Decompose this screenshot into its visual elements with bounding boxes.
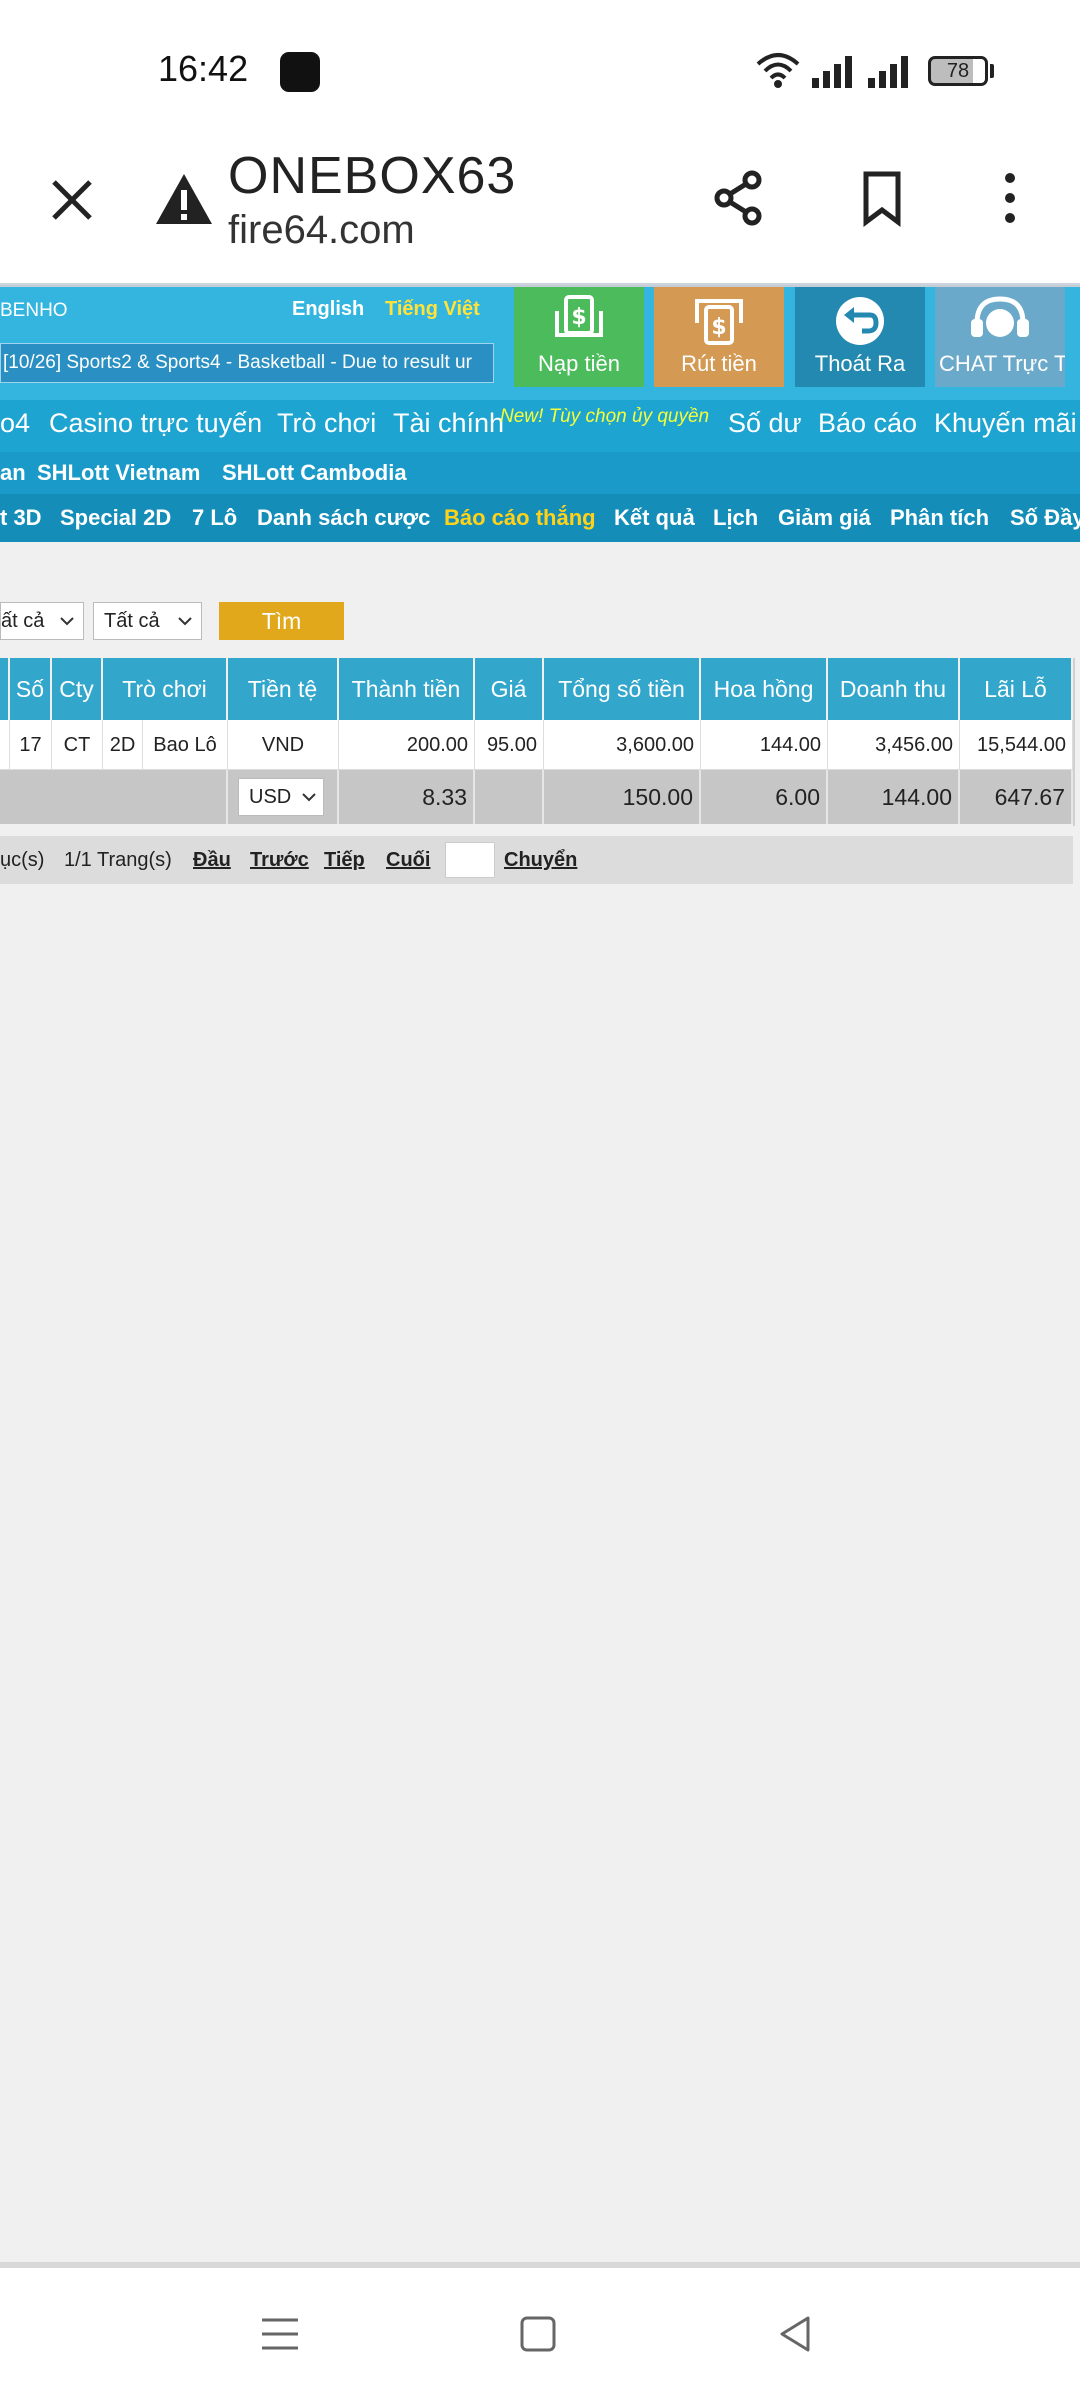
- search-button[interactable]: Tìm: [219, 602, 344, 640]
- table-border: [0, 658, 1075, 826]
- share-icon[interactable]: [706, 166, 770, 230]
- deposit-label: Nạp tiền: [538, 351, 620, 376]
- new-badge[interactable]: New! Tùy chọn ủy quyền: [500, 406, 709, 428]
- logout-icon: [836, 297, 884, 345]
- nav-item-promotions[interactable]: Khuyến mãi: [934, 408, 1077, 439]
- pagination-prev-link[interactable]: Trước: [250, 836, 309, 884]
- nav-item-balance[interactable]: Số dư: [728, 408, 802, 439]
- page-title: ONEBOX63: [228, 147, 517, 205]
- sub-nav-item-win-report[interactable]: Báo cáo thắng: [444, 505, 596, 531]
- filter-select-1[interactable]: ất cả: [0, 602, 84, 640]
- sub-nav-item-7-lo[interactable]: 7 Lô: [192, 505, 237, 531]
- sub-nav-item-special-2d[interactable]: Special 2D: [60, 505, 171, 531]
- sub-nav-item-full-number[interactable]: Số Đầy: [1010, 505, 1080, 531]
- news-ticker[interactable]: [10/26] Sports2 & Sports4 - Basketball -…: [0, 343, 494, 383]
- battery-tip: [990, 64, 994, 78]
- menu-icon[interactable]: [258, 2312, 302, 2356]
- nav-item-finance[interactable]: Tài chính: [393, 408, 504, 439]
- sub-nav-item-analysis[interactable]: Phân tích: [890, 505, 989, 531]
- page-url[interactable]: fire64.com: [228, 208, 415, 253]
- sub-nav-item-partial[interactable]: an: [0, 460, 26, 486]
- filter-select-1-value: ất cả: [1, 610, 45, 632]
- close-icon[interactable]: [40, 168, 104, 232]
- nav-item-lotto[interactable]: o4: [0, 408, 30, 439]
- deposit-button[interactable]: $ Nạp tiền: [514, 287, 644, 387]
- pagination-items-count: ục(s): [0, 849, 45, 871]
- sub-nav-item-results[interactable]: Kết quả: [614, 505, 695, 531]
- username-label: BENHO: [0, 300, 68, 321]
- filter-select-2-value: Tất cả: [104, 610, 160, 632]
- sub-nav-item-schedule[interactable]: Lịch: [713, 505, 758, 531]
- nav-item-games[interactable]: Trò chơi: [277, 408, 376, 439]
- sub-nav-item-bet-list[interactable]: Danh sách cược: [257, 505, 430, 531]
- wifi-icon: [756, 53, 800, 88]
- deposit-money-icon: $: [555, 295, 603, 337]
- chevron-down-icon: [178, 617, 192, 626]
- bookmark-icon[interactable]: [850, 166, 914, 230]
- nav-item-casino[interactable]: Casino trực tuyến: [49, 408, 262, 439]
- chevron-down-icon: [60, 617, 74, 626]
- pagination-page-count: 1/1 Trang(s): [64, 849, 172, 871]
- more-options-icon[interactable]: [990, 166, 1030, 230]
- app-notification-icon: [280, 52, 320, 92]
- home-icon[interactable]: [516, 2312, 560, 2356]
- nav-item-report[interactable]: Báo cáo: [818, 408, 917, 439]
- withdraw-label: Rút tiền: [681, 351, 757, 376]
- warning-icon: [156, 174, 212, 224]
- withdraw-button[interactable]: $ Rút tiền: [654, 287, 784, 387]
- live-chat-button[interactable]: CHAT Trực Tuyến: [935, 287, 1065, 387]
- headset-icon: [971, 296, 1029, 337]
- sub-nav-item-3d[interactable]: t 3D: [0, 505, 42, 531]
- logout-label: Thoát Ra: [814, 351, 906, 376]
- pagination-next-link[interactable]: Tiếp: [324, 836, 365, 884]
- language-vietnamese-link[interactable]: Tiếng Việt: [385, 298, 480, 321]
- svg-text:$: $: [571, 305, 586, 330]
- language-english-link[interactable]: English: [292, 298, 364, 321]
- svg-text:$: $: [711, 315, 726, 340]
- signal-icon: [812, 56, 852, 88]
- sub-nav-item-shlott-cambodia[interactable]: SHLott Cambodia: [222, 460, 407, 486]
- signal-icon-2: [868, 56, 908, 88]
- status-time: 16:42: [158, 48, 249, 89]
- sub-nav-item-shlott-vietnam[interactable]: SHLott Vietnam: [37, 460, 200, 486]
- logout-button[interactable]: Thoát Ra: [795, 287, 925, 387]
- live-chat-label: CHAT Trực Tuyến: [939, 351, 1065, 376]
- page-number-input[interactable]: [445, 842, 495, 878]
- pagination-last-link[interactable]: Cuối: [386, 836, 430, 884]
- filter-select-2[interactable]: Tất cả: [93, 602, 202, 640]
- back-icon[interactable]: [774, 2312, 818, 2356]
- sub-nav-item-discount[interactable]: Giảm giá: [778, 505, 871, 531]
- battery-icon: 78: [928, 56, 988, 86]
- withdraw-money-icon: $: [695, 299, 743, 345]
- pagination-go-link[interactable]: Chuyển: [504, 836, 577, 884]
- pagination-first-link[interactable]: Đầu: [193, 836, 231, 884]
